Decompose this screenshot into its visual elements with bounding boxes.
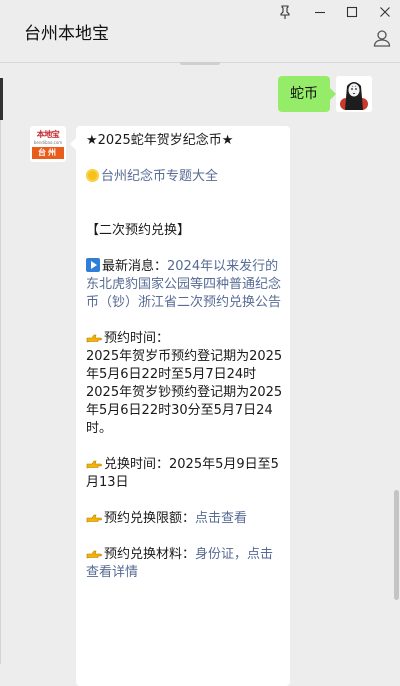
logo-text: 本地宝 bbox=[36, 130, 60, 139]
pin-icon[interactable] bbox=[277, 4, 293, 20]
exchange-time: 兑换时间：2025年5月9日至5月13日 bbox=[86, 457, 279, 490]
topic-link[interactable]: 台州纪念币专题大全 bbox=[101, 169, 218, 184]
pointing-hand-icon bbox=[86, 550, 102, 559]
incoming-message-content: ★2025蛇年贺岁纪念币★ 台州纪念币专题大全 【二次预约兑换】 最新消息：20… bbox=[86, 132, 286, 582]
title-bar: 台州本地宝 bbox=[0, 0, 400, 62]
left-panel-edge bbox=[0, 78, 3, 120]
news-line: 最新消息：2024年以来发行的东北虎豹国家公园等四种普通纪念币（钞）浙江省二次预… bbox=[86, 258, 286, 312]
time-coin: 2025年贺岁币预约登记期为2025年5月6日22时至5月7日24时 bbox=[86, 349, 283, 382]
news-prefix: 最新消息： bbox=[102, 259, 168, 274]
sun-icon bbox=[86, 169, 99, 182]
minimize-icon[interactable] bbox=[312, 4, 328, 20]
play-button-icon bbox=[86, 258, 100, 272]
chat-info-person-icon[interactable] bbox=[372, 28, 392, 48]
limit-label: 预约兑换限额： bbox=[104, 511, 196, 526]
user-avatar[interactable] bbox=[336, 76, 372, 112]
exchange-time-line: 兑换时间：2025年5月9日至5月13日 bbox=[86, 456, 286, 492]
message-title: ★2025蛇年贺岁纪念币★ bbox=[86, 133, 234, 148]
pointing-hand-icon bbox=[86, 334, 102, 343]
pointing-hand-icon bbox=[86, 460, 102, 469]
no-face-avatar-icon bbox=[336, 76, 372, 112]
maximize-icon[interactable] bbox=[344, 4, 360, 20]
official-account-avatar[interactable]: 本地宝 bendibao.com 台州 bbox=[30, 126, 66, 162]
time-label: 预约时间： bbox=[104, 331, 170, 346]
time-note: 2025年贺岁钞预约登记期为2025年5月6日22时30分至5月7日24时。 bbox=[86, 385, 283, 436]
section-heading: 【二次预约兑换】 bbox=[86, 223, 191, 238]
topic-line: 台州纪念币专题大全 bbox=[86, 168, 286, 186]
limit-line: 预约兑换限额：点击查看 bbox=[86, 510, 286, 528]
close-icon[interactable] bbox=[377, 4, 393, 20]
logo-city: 台州 bbox=[32, 147, 64, 159]
chat-title: 台州本地宝 bbox=[24, 24, 109, 44]
material-line: 预约兑换材料：身份证，点击查看详情 bbox=[86, 546, 286, 582]
material-label: 预约兑换材料： bbox=[104, 547, 196, 562]
outgoing-message-bubble[interactable]: 蛇币 bbox=[278, 76, 336, 112]
limit-link[interactable]: 点击查看 bbox=[195, 511, 247, 526]
time-label-line: 预约时间： bbox=[86, 330, 286, 348]
left-panel-border bbox=[0, 120, 1, 664]
pointing-hand-icon bbox=[86, 514, 102, 523]
chat-scrollbar-thumb[interactable] bbox=[394, 490, 399, 600]
load-more-handle[interactable] bbox=[180, 62, 220, 65]
logo-url: bendibao.com bbox=[33, 140, 63, 145]
